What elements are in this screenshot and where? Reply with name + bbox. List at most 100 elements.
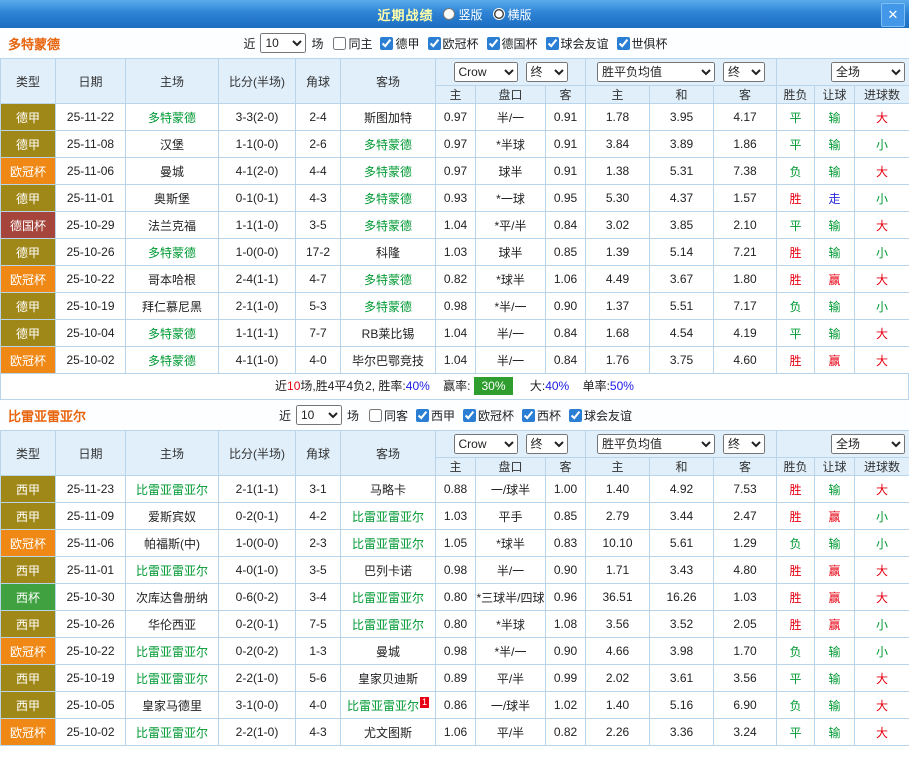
home-team[interactable]: 汉堡 (125, 130, 219, 158)
away-team[interactable]: 比雷亚雷亚尔 (340, 610, 436, 638)
home-team[interactable]: 比雷亚雷亚尔 (125, 718, 219, 746)
home-team[interactable]: 奥斯堡 (125, 184, 219, 212)
recent-count-select[interactable]: 10 (295, 405, 342, 425)
filter-checkbox[interactable]: 德甲 (380, 35, 420, 52)
away-team[interactable]: 马略卡 (340, 475, 436, 503)
away-team[interactable]: 曼城 (340, 637, 436, 665)
checkbox-input[interactable] (368, 408, 382, 422)
checkbox-input[interactable] (522, 408, 536, 422)
home-team[interactable]: 比雷亚雷亚尔 (125, 664, 219, 692)
checkbox-input[interactable] (380, 36, 394, 50)
checkbox-input[interactable] (427, 36, 441, 50)
avg-final-select[interactable]: 终 (723, 62, 766, 82)
close-icon[interactable]: ✕ (881, 3, 905, 27)
home-team[interactable]: 爱斯宾奴 (125, 502, 219, 530)
away-team[interactable]: 科隆 (340, 238, 436, 266)
checkbox-input[interactable] (569, 408, 583, 422)
checkbox-input[interactable] (545, 36, 559, 50)
away-team[interactable]: 多特蒙德 (340, 265, 436, 293)
checkbox-input[interactable] (616, 36, 630, 50)
avg-type-select[interactable]: 胜平负均值 (597, 434, 716, 454)
odds-away: 1.00 (544, 475, 587, 503)
checkbox-label: 德甲 (395, 36, 420, 51)
odds-company-select[interactable]: Crow (453, 62, 518, 82)
avg-final-select[interactable]: 终 (723, 434, 766, 454)
home-team[interactable]: 比雷亚雷亚尔 (125, 556, 219, 584)
home-team[interactable]: 华伦西亚 (125, 610, 219, 638)
filter-checkbox[interactable]: 世俱杯 (616, 35, 668, 52)
corner-score: 5-3 (295, 292, 341, 320)
home-team[interactable]: 比雷亚雷亚尔 (125, 637, 219, 665)
home-team[interactable]: 比雷亚雷亚尔 (125, 475, 219, 503)
horizontal-layout-radio[interactable]: 横版 (492, 6, 532, 23)
away-team[interactable]: 多特蒙德 (340, 157, 436, 185)
checkbox-input[interactable] (415, 408, 429, 422)
filter-checkbox[interactable]: 欧冠杯 (463, 407, 514, 424)
col-away: 客场 (340, 430, 436, 476)
horizontal-radio-input[interactable] (492, 8, 505, 20)
team-name[interactable]: 比雷亚雷亚尔 (8, 406, 86, 425)
away-team[interactable]: 比雷亚雷亚尔 1 (340, 691, 436, 719)
away-team[interactable]: 多特蒙德 (340, 292, 436, 320)
avg-draw-odds: 5.31 (649, 157, 715, 185)
match-rows: 德甲 25-11-22 多特蒙德 3-3(2-0) 2-4 斯图加特 0.97 … (0, 103, 909, 374)
home-team[interactable]: 帕福斯(中) (125, 529, 219, 557)
filter-checkbox[interactable]: 德国杯 (486, 35, 538, 52)
scope-select[interactable]: 全场 (831, 434, 906, 454)
home-team[interactable]: 多特蒙德 (125, 319, 219, 347)
checkbox-input[interactable] (333, 36, 347, 50)
filter-checkbox[interactable]: 同客 (368, 407, 408, 424)
away-team[interactable]: 多特蒙德 (340, 184, 436, 212)
home-team[interactable]: 多特蒙德 (125, 103, 219, 131)
scope-group-header: 全场 (776, 58, 909, 86)
home-team[interactable]: 拜仁慕尼黑 (125, 292, 219, 320)
vertical-radio-input[interactable] (443, 8, 456, 20)
goals-result: 大 (854, 211, 909, 239)
checkbox-input[interactable] (463, 408, 476, 422)
filter-checkbox[interactable]: 欧冠杯 (427, 35, 479, 52)
filter-checkbox[interactable]: 球会友谊 (569, 407, 632, 424)
away-team[interactable]: 巴列卡诺 (340, 556, 436, 584)
odds-away: 0.84 (544, 319, 587, 347)
away-team[interactable]: 毕尔巴鄂竞技 (340, 346, 436, 374)
odds-company-select[interactable]: Crow (453, 434, 518, 454)
avg-away-odds: 7.53 (713, 475, 778, 503)
home-team[interactable]: 法兰克福 (125, 211, 219, 239)
away-team[interactable]: RB莱比锡 (340, 319, 436, 347)
vertical-layout-radio[interactable]: 竖版 (443, 6, 483, 23)
score: 2-1(1-1) (218, 475, 296, 503)
filter-checkbox[interactable]: 西甲 (415, 407, 455, 424)
odds-home: 1.04 (435, 346, 476, 374)
away-team[interactable]: 多特蒙德 (340, 130, 436, 158)
avg-type-select[interactable]: 胜平负均值 (597, 62, 716, 82)
away-team[interactable]: 比雷亚雷亚尔 (340, 529, 436, 557)
team-name[interactable]: 多特蒙德 (8, 34, 60, 53)
checkbox-input[interactable] (486, 36, 500, 50)
filter-checkbox[interactable]: 球会友谊 (545, 35, 609, 52)
away-team[interactable]: 比雷亚雷亚尔 (340, 583, 436, 611)
recent-count-select[interactable]: 10 (260, 33, 307, 53)
scope-select[interactable]: 全场 (831, 62, 906, 82)
home-team[interactable]: 哥本哈根 (125, 265, 219, 293)
away-team[interactable]: 比雷亚雷亚尔 (340, 502, 436, 530)
home-team[interactable]: 曼城 (125, 157, 219, 185)
home-team[interactable]: 多特蒙德 (125, 346, 219, 374)
handicap-result: 输 (814, 238, 856, 266)
away-team[interactable]: 尤文图斯 (340, 718, 436, 746)
odds-final-select[interactable]: 终 (525, 434, 568, 454)
corner-score: 17-2 (295, 238, 341, 266)
col-date: 日期 (55, 58, 126, 104)
checkbox-label: 欧冠杯 (478, 408, 515, 423)
away-team[interactable]: 皇家贝迪斯 (340, 664, 436, 692)
goals-result: 小 (854, 502, 909, 530)
filter-checkbox[interactable]: 同主 (333, 35, 372, 52)
home-team[interactable]: 多特蒙德 (125, 238, 219, 266)
away-team[interactable]: 斯图加特 (340, 103, 436, 131)
filter-checkbox[interactable]: 西杯 (522, 407, 561, 424)
odds-final-select[interactable]: 终 (525, 62, 568, 82)
goals-result: 小 (854, 292, 909, 320)
home-team[interactable]: 次库达鲁册纳 (125, 583, 219, 611)
summary-count: 10 (287, 379, 301, 393)
home-team[interactable]: 皇家马德里 (125, 691, 219, 719)
away-team[interactable]: 多特蒙德 (340, 211, 436, 239)
